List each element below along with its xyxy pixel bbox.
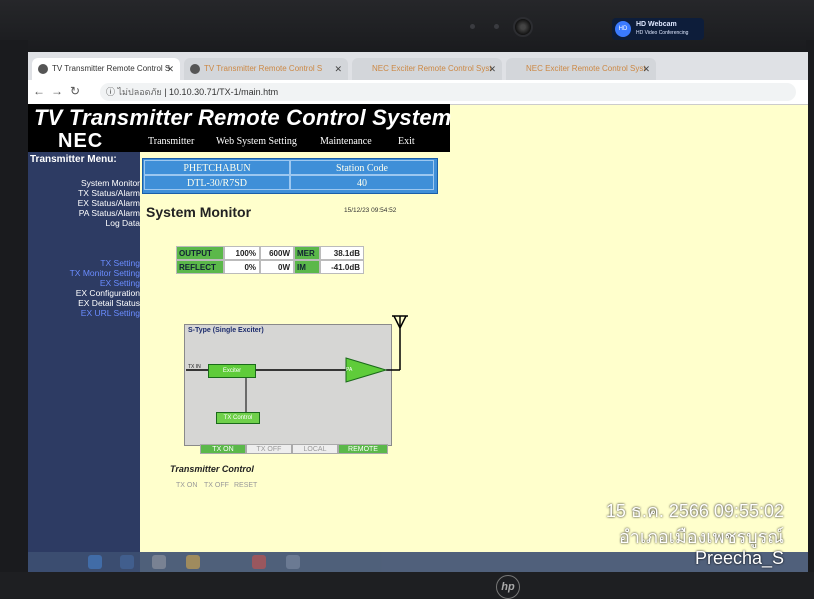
sidebar-heading: Transmitter Menu: bbox=[30, 154, 117, 165]
webcam-badge-title: HD Webcam bbox=[636, 21, 677, 28]
reload-icon[interactable]: ↻ bbox=[68, 84, 82, 98]
station-name: PHETCHABUN bbox=[144, 160, 290, 175]
im-value: -41.0dB bbox=[320, 260, 364, 274]
browser-tab[interactable]: TV Transmitter Remote Control S ✕ bbox=[32, 58, 180, 80]
webcam-badge-subtitle: HD Video Conferencing bbox=[636, 30, 689, 36]
app-title: TV Transmitter Remote Control System bbox=[34, 105, 452, 130]
station-model: DTL-30/R7SD bbox=[144, 175, 290, 190]
reflect-label: REFLECT bbox=[176, 260, 224, 274]
tab-title: NEC Exciter Remote Control Syst bbox=[372, 64, 492, 73]
browser-tab[interactable]: NEC Exciter Remote Control Syst ✕ bbox=[352, 58, 502, 80]
sidebar-item-tx-monitor-setting[interactable]: TX Monitor Setting bbox=[70, 268, 140, 278]
webcam-lens bbox=[513, 17, 533, 37]
mer-label: MER bbox=[294, 246, 320, 260]
browser-tab[interactable]: NEC Exciter Remote Control Syst ✕ bbox=[506, 58, 656, 80]
tx-off-button[interactable]: TX OFF bbox=[204, 482, 229, 489]
address-bar[interactable]: ⓘ ไม่ปลอดภัย | 10.10.30.71/TX-1/main.htm bbox=[100, 83, 796, 101]
status-local: LOCAL bbox=[292, 444, 338, 454]
browser-toolbar: ← → ↻ ⓘ ไม่ปลอดภัย | 10.10.30.71/TX-1/ma… bbox=[28, 80, 808, 105]
app-icon[interactable] bbox=[252, 555, 266, 569]
overlay-datetime: 15 ธ.ค. 2566 09:55:02 bbox=[605, 501, 784, 521]
tab-title: NEC Exciter Remote Control Syst bbox=[526, 64, 646, 73]
webcam-badge: HD HD Webcam HD Video Conferencing bbox=[612, 18, 704, 40]
tx-in-label: TX IN bbox=[188, 364, 201, 370]
tx-on-button[interactable]: TX ON bbox=[176, 482, 197, 489]
app-icon[interactable] bbox=[286, 555, 300, 569]
nav-web-system-setting[interactable]: Web System Setting bbox=[216, 136, 297, 147]
sensor-dot bbox=[470, 24, 475, 29]
nav-transmitter[interactable]: Transmitter bbox=[148, 136, 194, 147]
mer-value: 38.1dB bbox=[320, 246, 364, 260]
url-text: 10.10.30.71/TX-1/main.htm bbox=[169, 87, 279, 97]
nav-maintenance[interactable]: Maintenance bbox=[320, 136, 372, 147]
station-code: 40 bbox=[290, 175, 434, 190]
station-code-label: Station Code bbox=[290, 160, 434, 175]
status-remote: REMOTE bbox=[338, 444, 388, 454]
sidebar-item-pa-status[interactable]: PA Status/Alarm bbox=[79, 208, 140, 218]
sidebar-item-tx-setting[interactable]: TX Setting bbox=[100, 258, 140, 268]
reset-button[interactable]: RESET bbox=[234, 482, 257, 489]
pa-label: PA bbox=[346, 367, 353, 373]
sidebar-item-ex-detail-status[interactable]: EX Detail Status bbox=[78, 298, 140, 308]
reflect-power: 0W bbox=[260, 260, 294, 274]
sidebar-item-ex-setting[interactable]: EX Setting bbox=[100, 278, 140, 288]
back-icon[interactable]: ← bbox=[32, 84, 46, 98]
favicon-icon bbox=[190, 64, 200, 74]
output-label: OUTPUT bbox=[176, 246, 224, 260]
tx-control-block[interactable]: TX Control bbox=[216, 412, 260, 424]
sensor-dot bbox=[494, 24, 499, 29]
close-tab-icon[interactable]: ✕ bbox=[334, 58, 342, 80]
output-power: 600W bbox=[260, 246, 294, 260]
explorer-icon[interactable] bbox=[152, 555, 166, 569]
close-tab-icon[interactable]: ✕ bbox=[488, 58, 496, 80]
transmitter-control-title: Transmitter Control bbox=[170, 464, 254, 474]
favicon-icon bbox=[38, 64, 48, 74]
sidebar-item-tx-status[interactable]: TX Status/Alarm bbox=[78, 188, 140, 198]
nec-logo: NEC bbox=[58, 130, 104, 152]
monitor-timestamp: 15/12/23 09:54:52 bbox=[344, 207, 397, 214]
browser-tab[interactable]: TV Transmitter Remote Control S ✕ bbox=[184, 58, 348, 80]
browser-icon[interactable] bbox=[120, 555, 134, 569]
nav-exit[interactable]: Exit bbox=[398, 136, 415, 147]
status-tx-on: TX ON bbox=[200, 444, 246, 454]
page-header: TV Transmitter Remote Control System NEC… bbox=[28, 104, 452, 152]
hp-logo: hp bbox=[496, 575, 520, 599]
browser-tab-bar: TV Transmitter Remote Control S ✕ TV Tra… bbox=[28, 52, 808, 80]
info-icon[interactable]: ⓘ bbox=[106, 87, 115, 97]
laptop-bezel-left bbox=[0, 40, 28, 598]
sidebar-item-log-data[interactable]: Log Data bbox=[106, 218, 141, 228]
status-tx-off: TX OFF bbox=[246, 444, 292, 454]
forward-icon[interactable]: → bbox=[50, 84, 64, 98]
sidebar-item-system-monitor[interactable]: System Monitor bbox=[81, 178, 140, 188]
sidebar-item-ex-url-setting[interactable]: EX URL Setting bbox=[81, 308, 140, 318]
files-icon[interactable] bbox=[186, 555, 200, 569]
output-percent: 100% bbox=[224, 246, 260, 260]
tab-title: TV Transmitter Remote Control S bbox=[204, 64, 323, 73]
page-title: System Monitor bbox=[146, 204, 252, 220]
sidebar-item-ex-configuration[interactable]: EX Configuration bbox=[76, 288, 140, 298]
start-icon[interactable] bbox=[88, 555, 102, 569]
exciter-block[interactable]: Exciter bbox=[208, 364, 256, 378]
security-label: ไม่ปลอดภัย bbox=[117, 87, 162, 97]
sidebar-item-ex-status[interactable]: EX Status/Alarm bbox=[78, 198, 140, 208]
signal-path-lines bbox=[186, 315, 408, 416]
overlay-user: Preecha_S bbox=[694, 548, 784, 568]
overlay-location: อำเภอเมืองเพชรบูรณ์ bbox=[618, 527, 784, 547]
close-tab-icon[interactable]: ✕ bbox=[642, 58, 650, 80]
taskbar bbox=[28, 552, 808, 572]
tab-title: TV Transmitter Remote Control S bbox=[52, 64, 171, 73]
close-tab-icon[interactable]: ✕ bbox=[166, 58, 174, 80]
laptop-screen: TV Transmitter Remote Control S ✕ TV Tra… bbox=[28, 52, 808, 572]
webcam-icon: HD bbox=[615, 21, 631, 37]
reflect-percent: 0% bbox=[224, 260, 260, 274]
im-label: IM bbox=[294, 260, 320, 274]
laptop-bezel-bottom bbox=[0, 572, 814, 598]
